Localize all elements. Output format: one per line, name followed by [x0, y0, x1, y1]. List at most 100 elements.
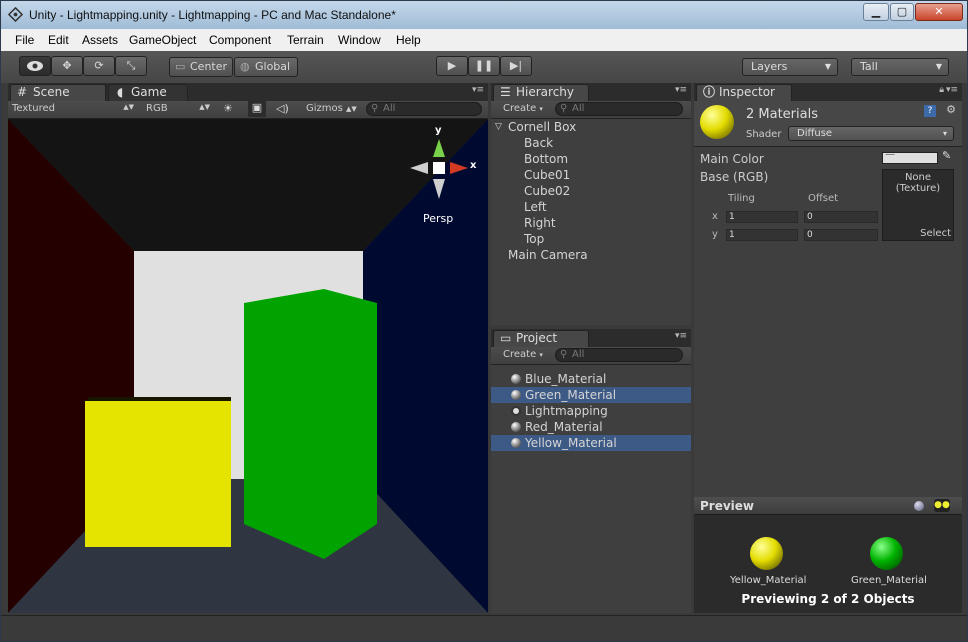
hierarchy-item[interactable]: Bottom: [491, 151, 691, 167]
eye-icon: [27, 61, 43, 71]
step-button[interactable]: ▶|: [500, 56, 532, 76]
tab-scene-label: Scene: [33, 85, 70, 99]
project-item[interactable]: Green_Material: [491, 387, 691, 403]
shader-dropdown[interactable]: Diffuse ▾: [788, 126, 954, 141]
tiling-y-field[interactable]: 1: [726, 229, 798, 241]
hierarchy-create-button[interactable]: Create ▾: [503, 103, 543, 114]
offset-y-field[interactable]: 0: [804, 229, 878, 241]
layout-dropdown[interactable]: Tall ▼: [851, 58, 949, 76]
mixed-value-icon: —: [885, 149, 895, 160]
main-color-swatch[interactable]: —: [882, 149, 938, 164]
pivot-center-toggle[interactable]: ▭ Center: [169, 57, 233, 77]
move-tool-button[interactable]: ✥: [51, 56, 83, 76]
menu-edit[interactable]: Edit: [48, 33, 69, 47]
texture-select-button[interactable]: Select: [920, 228, 951, 239]
render-mode-dropdown[interactable]: Textured ▲▼: [12, 103, 134, 114]
gizmos-dropdown[interactable]: Gizmos ▲▼: [306, 103, 357, 114]
play-button[interactable]: ▶: [436, 56, 468, 76]
scene-viewport[interactable]: y x Persp: [8, 119, 488, 613]
tab-inspector-label: Inspector: [719, 85, 775, 99]
center-pivot-icon: ▭: [175, 60, 186, 73]
pivot-global-toggle[interactable]: ◍ Global: [234, 57, 298, 77]
view-tool-button[interactable]: [19, 56, 51, 76]
menu-assets[interactable]: Assets: [82, 33, 118, 47]
offset-x-field[interactable]: 0: [804, 211, 878, 223]
material-properties: Main Color — ✎ Base (RGB) None (Texture)…: [694, 149, 962, 497]
hierarchy-item-label: Cube02: [524, 184, 571, 198]
preview-sphere-icon[interactable]: [914, 501, 924, 511]
panel-menu-icon[interactable]: ▾≡: [472, 85, 484, 95]
hierarchy-item[interactable]: Top: [491, 231, 691, 247]
create-label: Create: [503, 103, 537, 114]
menu-component[interactable]: Component: [209, 33, 271, 47]
hierarchy-item[interactable]: Cube01: [491, 167, 691, 183]
hierarchy-search-input[interactable]: ⚲ All: [555, 102, 683, 116]
help-icon[interactable]: ?: [924, 105, 936, 117]
menu-gameobject[interactable]: GameObject: [129, 33, 196, 47]
material-preview-icon: [700, 105, 734, 139]
texture-slot[interactable]: None (Texture) Select: [882, 169, 954, 241]
menu-window[interactable]: Window: [338, 33, 381, 47]
hierarchy-item[interactable]: Left: [491, 199, 691, 215]
pause-icon: ❚❚: [474, 59, 494, 72]
tab-hierarchy[interactable]: ☰ Hierarchy: [493, 84, 589, 101]
layers-label: Layers: [751, 60, 788, 73]
project-item[interactable]: Lightmapping: [491, 403, 691, 419]
scene-search-input[interactable]: ⚲ All: [366, 102, 482, 116]
tab-project[interactable]: ▭ Project: [493, 330, 589, 347]
light-toggle-icon[interactable]: ●●: [934, 499, 950, 512]
shader-label: Shader: [746, 129, 782, 140]
eyedropper-icon[interactable]: ✎: [942, 149, 951, 162]
project-item[interactable]: Blue_Material: [491, 371, 691, 387]
green-material-preview: [870, 537, 903, 570]
color-mode-dropdown[interactable]: RGB ▲▼: [146, 103, 210, 114]
layers-dropdown[interactable]: Layers ▼: [742, 58, 838, 76]
offset-label: Offset: [808, 193, 839, 204]
menu-terrain[interactable]: Terrain: [287, 33, 324, 47]
tab-scene[interactable]: # Scene: [10, 84, 106, 101]
audio-icon[interactable]: ◁): [276, 102, 289, 115]
close-button[interactable]: ✕: [915, 3, 963, 21]
scene-orientation-gizmo[interactable]: y x Persp: [406, 125, 476, 237]
pause-button[interactable]: ❚❚: [468, 56, 500, 76]
hierarchy-item[interactable]: Cube02: [491, 183, 691, 199]
hierarchy-root-item[interactable]: ▽ Cornell Box: [491, 119, 691, 135]
tiling-label: Tiling: [728, 193, 755, 204]
hierarchy-item[interactable]: Right: [491, 215, 691, 231]
menu-file[interactable]: File: [15, 33, 34, 47]
panel-menu-icon[interactable]: ▾≡: [946, 85, 958, 95]
preview-panel: Preview ●● Yellow_Material Green_Materia…: [694, 497, 962, 613]
inspector-panel: ⓘ Inspector 🔒︎ ▾≡ 2 Materials ? ⚙ Shader …: [694, 83, 962, 497]
panel-menu-icon[interactable]: ▾≡: [675, 331, 687, 341]
sun-lighting-icon[interactable]: ☀: [223, 102, 233, 115]
main-toolbar: ✥ ⟳ ⤡ ▭ Center ◍ Global ▶ ❚❚ ▶| Layers ▼ Ta…: [1, 51, 967, 83]
folder-icon: ▭: [500, 331, 512, 345]
tiling-x-field[interactable]: 1: [726, 211, 798, 223]
gear-icon[interactable]: ⚙: [946, 103, 956, 116]
project-search-input[interactable]: ⚲ All: [555, 348, 683, 362]
project-create-button[interactable]: Create ▾: [503, 349, 543, 360]
menu-help[interactable]: Help: [396, 33, 421, 47]
panel-menu-icon[interactable]: ▾≡: [675, 85, 687, 95]
scale-tool-button[interactable]: ⤡: [115, 56, 147, 76]
tab-inspector[interactable]: ⓘ Inspector: [696, 84, 792, 101]
rotate-tool-button[interactable]: ⟳: [83, 56, 115, 76]
tab-game[interactable]: ◖ Game: [108, 84, 188, 101]
lock-icon[interactable]: 🔒︎: [939, 85, 944, 95]
hierarchy-root-label: Cornell Box: [508, 120, 577, 134]
hierarchy-item-main-camera[interactable]: Main Camera: [491, 247, 691, 263]
image-fx-icon[interactable]: ▣: [248, 101, 266, 117]
project-item[interactable]: Yellow_Material: [491, 435, 691, 451]
tab-hierarchy-label: Hierarchy: [516, 85, 575, 99]
material-icon: [511, 438, 521, 448]
minimize-button[interactable]: ▁: [863, 3, 889, 21]
maximize-button[interactable]: ▢: [890, 3, 914, 21]
inspector-title: 2 Materials: [746, 107, 818, 122]
project-item[interactable]: Red_Material: [491, 419, 691, 435]
preview-label-green: Green_Material: [851, 575, 927, 586]
hierarchy-item[interactable]: Back: [491, 135, 691, 151]
layout-label: Tall: [860, 60, 878, 73]
render-mode-label: Textured: [12, 103, 55, 114]
axis-gizmo-icon: [410, 139, 468, 199]
gizmos-label: Gizmos: [306, 103, 343, 114]
